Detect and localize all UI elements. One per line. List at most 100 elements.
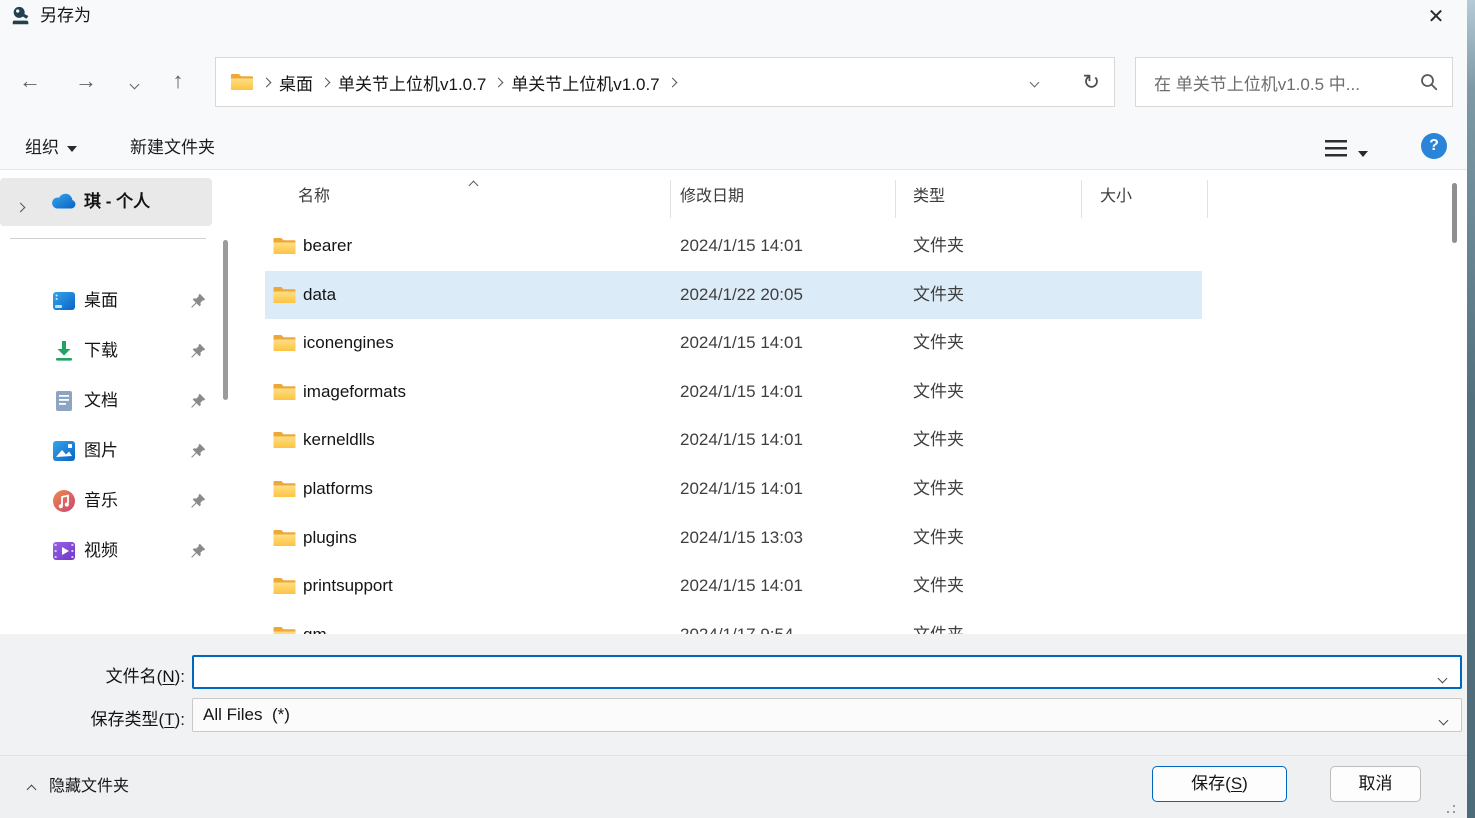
file-name: platforms xyxy=(303,465,373,514)
chevron-right-icon xyxy=(322,79,329,86)
sidebar-item-downloads[interactable]: 下载 xyxy=(0,326,212,376)
column-header-name[interactable]: 名称 xyxy=(298,175,330,219)
file-row-kerneldlls[interactable]: kerneldlls 2024/1/15 14:01 文件夹 xyxy=(265,416,1202,465)
file-row-clipped[interactable]: qm 2024/1/17 9:54 文件夹 xyxy=(265,611,1202,634)
file-row-printsupport[interactable]: printsupport 2024/1/15 14:01 文件夹 xyxy=(265,562,1202,611)
filelist-scrollbar[interactable] xyxy=(1452,183,1457,243)
command-toolbar: 组织 新建文件夹 ? xyxy=(0,128,1467,170)
filetype-label-post: ): xyxy=(175,710,185,729)
dialog-top-region: 另存为 ✕ ← → ↑ 桌面 单关节上位机v1.0.7 单关节上位机v1.0.7… xyxy=(0,0,1467,170)
caret-down-icon xyxy=(67,146,77,152)
onedrive-cloud-icon xyxy=(50,192,76,211)
chevron-down-icon[interactable] xyxy=(1439,669,1446,687)
pin-icon xyxy=(190,393,206,409)
filename-combobox[interactable] xyxy=(192,655,1462,689)
save-access-key: S xyxy=(1231,774,1242,793)
save-label-pre: 保存( xyxy=(1191,774,1231,793)
cancel-button[interactable]: 取消 xyxy=(1330,766,1421,802)
column-divider[interactable] xyxy=(895,180,896,218)
pictures-icon xyxy=(52,439,76,463)
pin-icon xyxy=(190,443,206,459)
sidebar-item-label: 图片 xyxy=(84,426,118,476)
hide-folders-label: 隐藏文件夹 xyxy=(49,778,129,795)
sidebar-item-documents[interactable]: 文档 xyxy=(0,376,212,426)
forward-button[interactable]: → xyxy=(68,64,104,98)
documents-icon xyxy=(52,389,76,413)
search-icon[interactable] xyxy=(1420,73,1438,91)
sidebar-item-desktop[interactable]: 桌面 xyxy=(0,276,212,326)
view-mode-icon[interactable] xyxy=(1325,140,1347,157)
title-bar: 另存为 ✕ xyxy=(0,0,1467,34)
column-divider[interactable] xyxy=(1207,180,1208,218)
onedrive-label: 琪 - 个人 xyxy=(84,178,150,226)
chevron-down-icon[interactable] xyxy=(1440,711,1447,729)
expand-chevron-icon[interactable] xyxy=(17,198,24,216)
file-date: 2024/1/15 14:01 xyxy=(680,319,803,368)
file-row-plugins[interactable]: plugins 2024/1/15 13:03 文件夹 xyxy=(265,514,1202,563)
file-date: 2024/1/15 14:01 xyxy=(680,562,803,611)
file-date: 2024/1/22 20:05 xyxy=(680,271,803,320)
folder-icon xyxy=(272,625,297,634)
organize-menu-button[interactable]: 组织 xyxy=(25,128,77,168)
file-name: kerneldlls xyxy=(303,416,375,465)
help-button[interactable]: ? xyxy=(1421,133,1447,159)
filetype-access-key: T xyxy=(164,710,174,729)
pin-icon xyxy=(190,293,206,309)
filename-label-pre: 文件名( xyxy=(106,667,163,686)
view-mode-chevron[interactable] xyxy=(1358,145,1368,163)
sidebar-divider xyxy=(10,238,206,239)
chevron-right-icon xyxy=(669,79,676,86)
folder-icon xyxy=(272,528,297,548)
column-header-size[interactable]: 大小 xyxy=(1100,175,1132,219)
folder-icon xyxy=(272,576,297,596)
column-divider[interactable] xyxy=(1081,180,1082,218)
chevron-up-icon xyxy=(27,785,37,795)
file-name: data xyxy=(303,271,336,320)
address-bar[interactable]: 桌面 单关节上位机v1.0.7 单关节上位机v1.0.7 ↻ xyxy=(215,57,1115,107)
breadcrumb-segment-folder1[interactable]: 单关节上位机v1.0.7 xyxy=(338,70,486,95)
recent-locations-chevron[interactable] xyxy=(116,64,152,98)
file-type-select[interactable]: All Files (*) xyxy=(192,698,1462,732)
column-divider[interactable] xyxy=(670,180,671,218)
new-folder-button[interactable]: 新建文件夹 xyxy=(130,128,215,168)
breadcrumb-folder-icon xyxy=(230,72,254,92)
file-name: printsupport xyxy=(303,562,393,611)
dialog-footer: 隐藏文件夹 保存(S) 取消 xyxy=(0,755,1467,818)
save-button[interactable]: 保存(S) xyxy=(1152,766,1287,802)
breadcrumb-segment-desktop[interactable]: 桌面 xyxy=(279,70,313,95)
file-row-platforms[interactable]: platforms 2024/1/15 14:01 文件夹 xyxy=(265,465,1202,514)
sidebar-item-music[interactable]: 音乐 xyxy=(0,476,212,526)
music-icon xyxy=(52,489,76,513)
sidebar-item-label: 视频 xyxy=(84,526,118,576)
folder-icon xyxy=(272,430,297,450)
dialog-title: 另存为 xyxy=(40,0,91,32)
up-button[interactable]: ↑ xyxy=(160,64,196,98)
column-header-date-modified[interactable]: 修改日期 xyxy=(680,175,744,219)
save-label-post: ) xyxy=(1242,774,1248,793)
file-name: bearer xyxy=(303,222,352,271)
back-button[interactable]: ← xyxy=(12,64,48,98)
filename-input[interactable] xyxy=(200,657,1424,689)
chevron-right-icon xyxy=(495,79,502,86)
file-row-imageformats[interactable]: imageformats 2024/1/15 14:01 文件夹 xyxy=(265,368,1202,417)
file-row-iconengines[interactable]: iconengines 2024/1/15 14:01 文件夹 xyxy=(265,319,1202,368)
sidebar-item-pictures[interactable]: 图片 xyxy=(0,426,212,476)
address-dropdown-chevron[interactable] xyxy=(1031,79,1038,86)
sidebar-scrollbar[interactable] xyxy=(223,240,228,400)
file-date: 2024/1/15 14:01 xyxy=(680,416,803,465)
sidebar-item-onedrive[interactable]: 琪 - 个人 xyxy=(0,178,212,226)
folder-icon xyxy=(272,382,297,402)
breadcrumb-segment-folder2[interactable]: 单关节上位机v1.0.7 xyxy=(511,70,659,95)
new-folder-label: 新建文件夹 xyxy=(130,138,215,157)
close-button[interactable]: ✕ xyxy=(1419,2,1453,32)
file-row-bearer[interactable]: bearer 2024/1/15 14:01 文件夹 xyxy=(265,222,1202,271)
file-row-data-selected[interactable]: data 2024/1/22 20:05 文件夹 xyxy=(265,271,1202,320)
sidebar-item-label: 桌面 xyxy=(84,276,118,326)
sidebar-item-videos[interactable]: 视频 xyxy=(0,526,212,576)
file-date: 2024/1/15 14:01 xyxy=(680,222,803,271)
search-box[interactable]: 在 单关节上位机v1.0.5 中... xyxy=(1135,57,1453,107)
refresh-icon[interactable]: ↻ xyxy=(1082,72,1100,93)
resize-grip[interactable] xyxy=(1443,801,1455,813)
hide-folders-button[interactable]: 隐藏文件夹 xyxy=(28,772,129,802)
column-header-type[interactable]: 类型 xyxy=(913,175,945,219)
